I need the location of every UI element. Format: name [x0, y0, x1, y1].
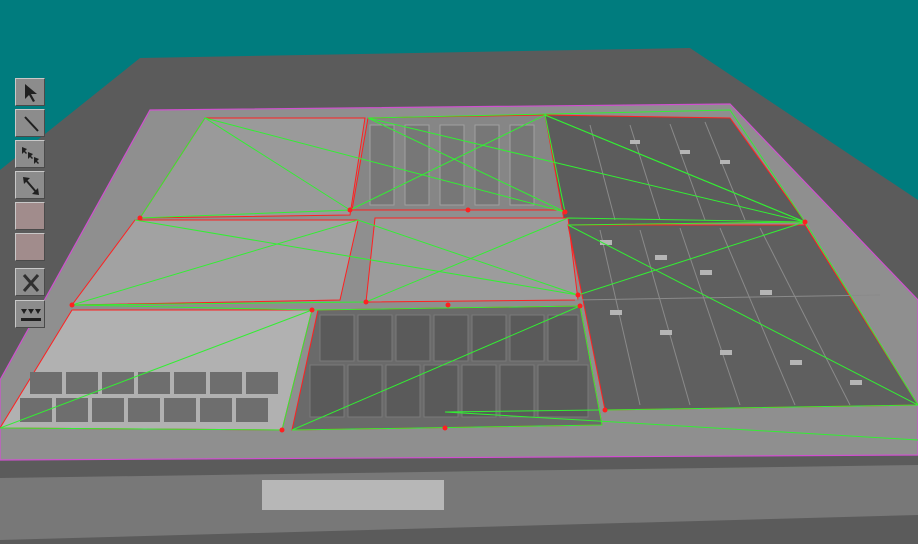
- delete-tool-button[interactable]: [15, 268, 45, 296]
- color-swatch-1[interactable]: [15, 202, 45, 230]
- line-tool-icon: [24, 116, 39, 132]
- color-swatch-2[interactable]: [15, 233, 45, 261]
- close-icon: [22, 274, 40, 292]
- double-arrow-button[interactable]: [15, 171, 45, 199]
- 3d-viewport[interactable]: [0, 0, 918, 544]
- level-tool-button[interactable]: [15, 300, 45, 328]
- scene-canvas[interactable]: [0, 0, 918, 544]
- level-icon: [21, 309, 41, 321]
- select-arrow-icon: [25, 84, 37, 102]
- multi-arrow-button[interactable]: [15, 140, 45, 168]
- select-tool-button[interactable]: [15, 78, 45, 106]
- line-tool-button[interactable]: [15, 109, 45, 137]
- double-arrow-icon: [23, 177, 39, 195]
- front-highlight: [262, 480, 444, 510]
- multi-arrow-icon: [22, 147, 39, 164]
